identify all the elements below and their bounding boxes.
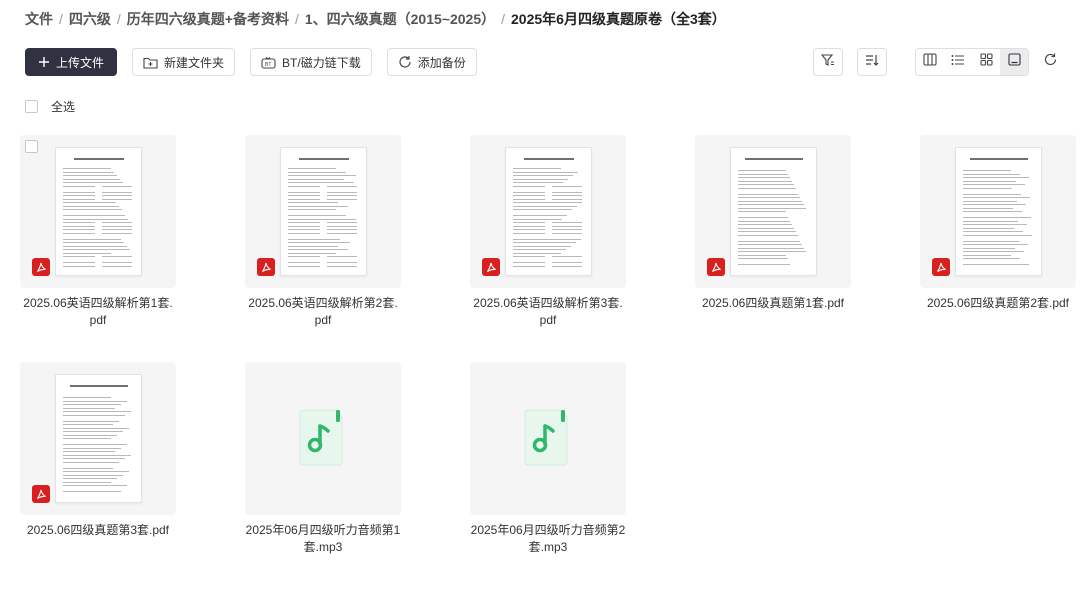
view-toolbar: [813, 48, 1065, 76]
breadcrumb-item-past-papers[interactable]: 历年四六级真题+备考资料: [127, 9, 289, 29]
breadcrumb: 文件 / 四六级 / 历年四六级真题+备考资料 / 1、四六级真题（2015~2…: [25, 10, 726, 28]
pdf-page-preview: [55, 374, 142, 503]
bt-magnet-download-label: BT/磁力链下载: [282, 55, 361, 70]
grid-view-icon: [979, 53, 993, 71]
file-card[interactable]: 2025年06月四级听力音频第2套.mp3: [470, 362, 626, 556]
file-name: 2025.06英语四级解析第3套.pdf: [473, 296, 623, 327]
add-backup-button[interactable]: 添加备份: [386, 48, 477, 76]
refresh-button[interactable]: [1035, 48, 1065, 76]
file-thumbnail: [920, 135, 1076, 288]
action-toolbar: 上传文件 新建文件夹 BT BT/磁力链下载 添加备份: [25, 48, 477, 76]
column-view-button[interactable]: [916, 49, 944, 75]
file-thumbnail: [470, 362, 626, 515]
breadcrumb-item-files[interactable]: 文件: [25, 9, 53, 29]
new-folder-button[interactable]: 新建文件夹: [132, 48, 236, 76]
list-view-icon: [951, 53, 965, 71]
pdf-icon: [32, 485, 50, 503]
file-name: 2025.06四级真题第2套.pdf: [926, 296, 1070, 310]
file-card[interactable]: 2025.06英语四级解析第1套.pdf: [20, 135, 176, 329]
thumbnail-view-icon: [1007, 53, 1021, 71]
file-card[interactable]: 2025年06月四级听力音频第1套.mp3: [245, 362, 401, 556]
file-card[interactable]: 2025.06英语四级解析第2套.pdf: [245, 135, 401, 329]
file-card[interactable]: 2025.06四级真题第3套.pdf: [20, 362, 176, 539]
thumbnail-view-button[interactable]: [1000, 49, 1028, 75]
file-thumbnail: [695, 135, 851, 288]
file-thumbnail: [20, 135, 176, 288]
pdf-page-preview: [955, 147, 1042, 276]
magnet-icon: BT: [261, 56, 276, 69]
plus-icon: [38, 56, 50, 68]
new-folder-button-label: 新建文件夹: [164, 55, 225, 70]
file-thumbnail: [245, 135, 401, 288]
folder-plus-icon: [143, 56, 158, 69]
file-card[interactable]: 2025.06四级真题第1套.pdf: [695, 135, 851, 312]
add-backup-button-label: 添加备份: [417, 55, 466, 70]
file-name: 2025年06月四级听力音频第2套.mp3: [470, 523, 626, 554]
svg-text:BT: BT: [265, 62, 271, 68]
upload-button[interactable]: 上传文件: [25, 48, 118, 76]
refresh-icon: [1043, 52, 1058, 72]
pdf-icon: [32, 258, 50, 276]
select-all-row: 全选: [25, 98, 75, 115]
view-mode-switcher: [915, 48, 1029, 76]
list-view-button[interactable]: [944, 49, 972, 75]
audio-file-icon: [298, 409, 344, 467]
audio-file-icon: [523, 409, 569, 467]
grid-view-button[interactable]: [972, 49, 1000, 75]
file-name: 2025.06四级真题第3套.pdf: [26, 523, 170, 537]
filter-icon: [820, 53, 835, 72]
breadcrumb-item-cet[interactable]: 四六级: [69, 9, 111, 29]
select-all-label: 全选: [51, 100, 76, 114]
pdf-icon: [482, 258, 500, 276]
breadcrumb-separator: /: [116, 11, 121, 27]
file-checkbox[interactable]: [25, 140, 38, 153]
breadcrumb-separator: /: [294, 11, 299, 27]
file-card[interactable]: 2025.06四级真题第2套.pdf: [920, 135, 1076, 312]
sort-button[interactable]: [857, 48, 887, 76]
pdf-page-preview: [280, 147, 367, 276]
file-name: 2025年06月四级听力音频第1套.mp3: [245, 523, 401, 554]
file-card[interactable]: 2025.06英语四级解析第3套.pdf: [470, 135, 626, 329]
file-name: 2025.06四级真题第1套.pdf: [701, 296, 845, 310]
pdf-icon: [707, 258, 725, 276]
file-name: 2025.06英语四级解析第1套.pdf: [23, 296, 173, 327]
filter-button[interactable]: [813, 48, 843, 76]
upload-button-label: 上传文件: [56, 55, 105, 70]
file-thumbnail: [245, 362, 401, 515]
breadcrumb-separator: /: [501, 11, 506, 27]
pdf-page-preview: [55, 147, 142, 276]
pdf-page-preview: [730, 147, 817, 276]
breadcrumb-item-exam-years[interactable]: 1、四六级真题（2015~2025）: [305, 9, 495, 29]
breadcrumb-current-folder: 2025年6月四级真题原卷（全3套）: [511, 11, 726, 27]
select-all-checkbox[interactable]: [25, 100, 38, 113]
bt-magnet-download-button[interactable]: BT BT/磁力链下载: [250, 48, 372, 76]
sort-icon: [865, 53, 879, 72]
file-name: 2025.06英语四级解析第2套.pdf: [248, 296, 398, 327]
pdf-icon: [257, 258, 275, 276]
pdf-page-preview: [505, 147, 592, 276]
file-thumbnail: [20, 362, 176, 515]
sync-icon: [398, 55, 412, 69]
pdf-icon: [932, 258, 950, 276]
breadcrumb-separator: /: [59, 11, 63, 27]
column-view-icon: [923, 53, 937, 71]
file-thumbnail: [470, 135, 626, 288]
